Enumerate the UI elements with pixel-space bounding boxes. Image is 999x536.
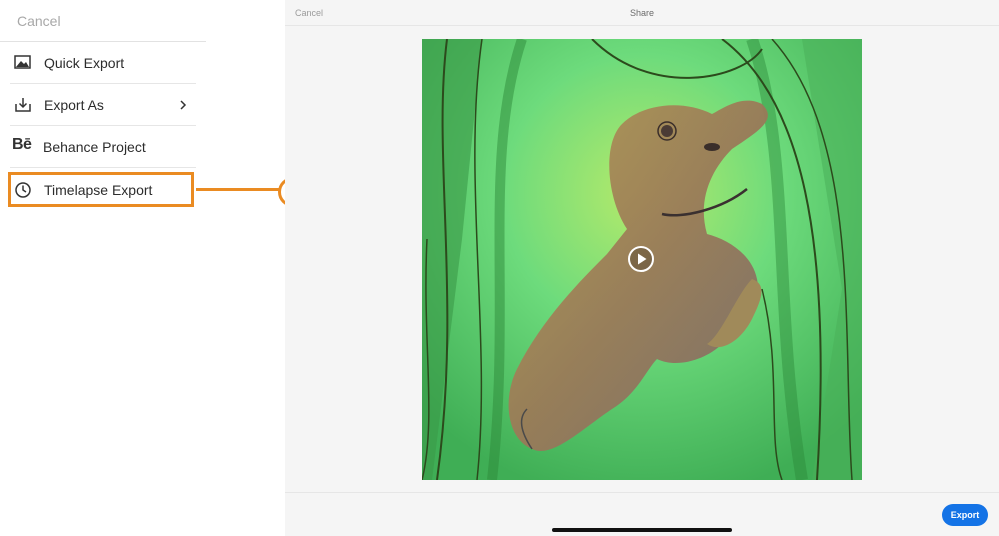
menu-item-label: Behance Project	[43, 139, 146, 155]
image-icon	[12, 54, 34, 72]
export-menu-panel: Cancel Quick Export Export As Bē Behance…	[0, 0, 206, 536]
share-header: Cancel Share	[285, 0, 999, 26]
divider	[10, 167, 196, 168]
menu-item-behance-project[interactable]: Bē Behance Project	[0, 126, 206, 168]
menu-item-quick-export[interactable]: Quick Export	[0, 42, 206, 84]
highlight-box	[8, 172, 194, 207]
callout-line	[196, 188, 280, 191]
download-icon	[12, 96, 34, 114]
share-title: Share	[629, 8, 655, 18]
play-icon[interactable]	[627, 245, 655, 273]
menu-item-export-as[interactable]: Export As	[0, 84, 206, 126]
chevron-right-icon	[178, 98, 188, 110]
cancel-button[interactable]: Cancel	[17, 13, 61, 29]
divider	[285, 492, 999, 493]
artwork-preview[interactable]	[422, 39, 862, 480]
behance-icon: Bē	[12, 136, 32, 153]
export-button[interactable]: Export	[942, 504, 988, 526]
home-indicator	[552, 528, 732, 532]
menu-item-label: Export As	[44, 97, 104, 113]
share-panel: Cancel Share Export	[285, 0, 999, 536]
menu-item-label: Quick Export	[44, 55, 125, 71]
